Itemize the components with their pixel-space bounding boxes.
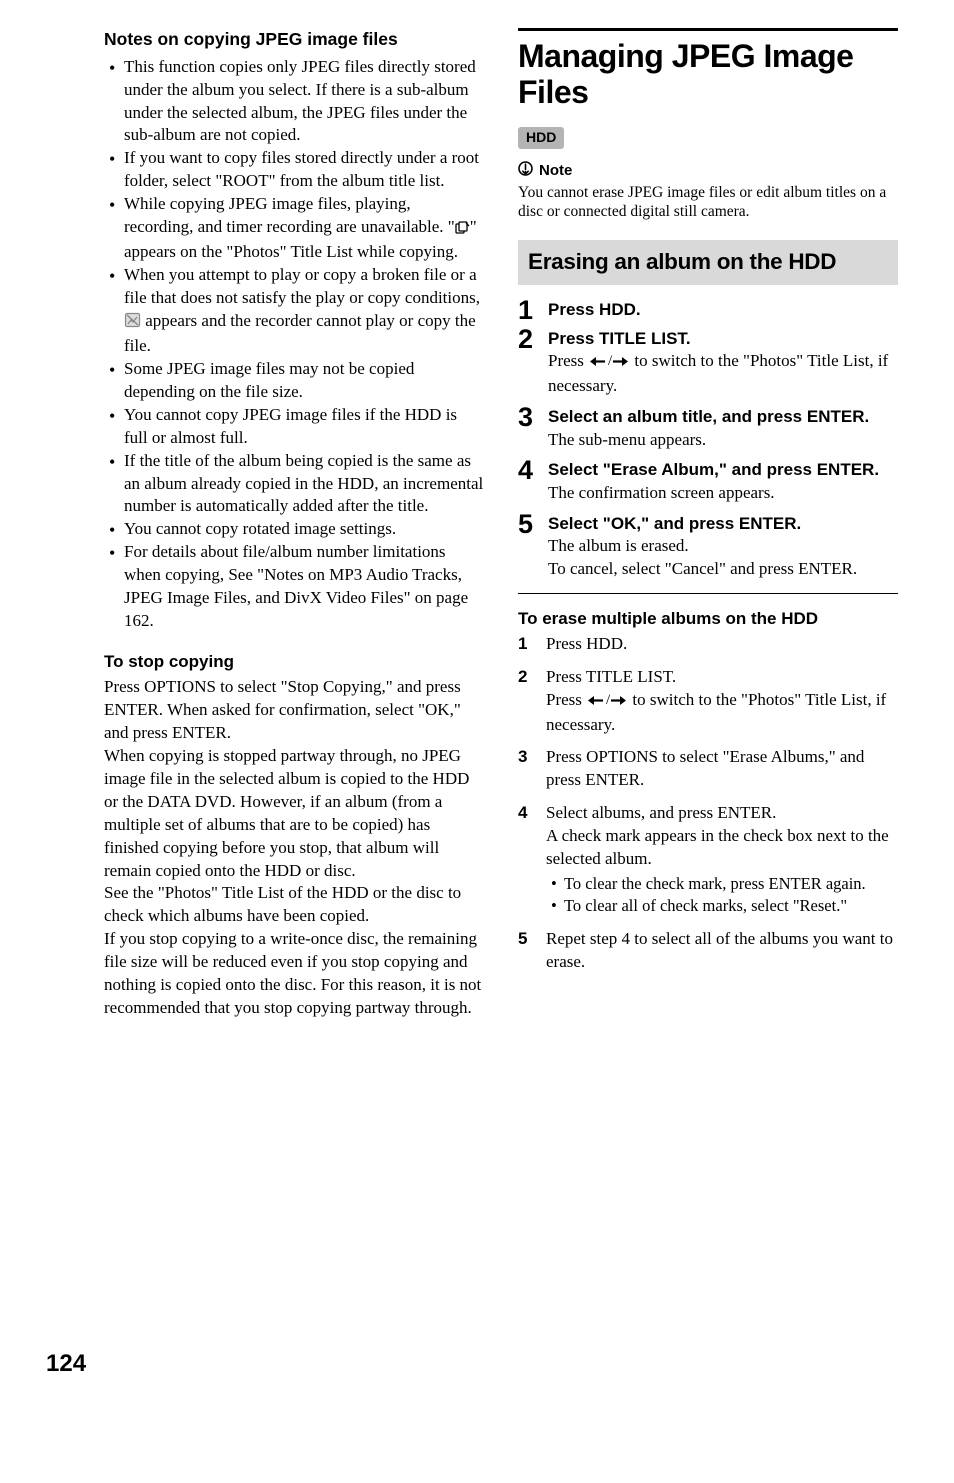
sub-step-body: Press TITLE LIST.Press / to switch to th… (546, 666, 898, 737)
left-column: Notes on copying JPEG image files This f… (104, 28, 484, 1020)
notes-bullet: When you attempt to play or copy a broke… (116, 264, 484, 358)
sub-step-bullet: To clear the check mark, press ENTER aga… (558, 873, 898, 895)
step-body: The confirmation screen appears. (548, 482, 898, 505)
stop-copying-heading: To stop copying (104, 651, 484, 674)
main-step: Select "OK," and press ENTER.The album i… (518, 513, 898, 581)
svg-text:/: / (606, 694, 611, 707)
divider (518, 593, 898, 594)
main-step-list: Press HDD. Press TITLE LIST.Press / to sw… (518, 299, 898, 581)
sub-heading: To erase multiple albums on the HDD (518, 608, 898, 631)
main-step: Select an album title, and press ENTER.T… (518, 406, 898, 451)
title-rule: Managing JPEG Image Files (518, 28, 898, 111)
note-text: You cannot erase JPEG image files or edi… (518, 183, 898, 222)
right-column: Managing JPEG Image Files HDD Note You c… (518, 28, 898, 1020)
copying-icon (455, 218, 470, 241)
notes-bullet: For details about file/album number limi… (116, 541, 484, 633)
stop-copying-body: Press OPTIONS to select "Stop Copying," … (104, 676, 484, 1020)
hdd-badge: HDD (518, 127, 564, 149)
page-number: 124 (46, 1348, 86, 1380)
sub-step-body: Select albums, and press ENTER.A check m… (546, 802, 898, 871)
sub-step: Press TITLE LIST.Press / to switch to th… (518, 666, 898, 737)
left-right-arrows-icon: / (588, 352, 630, 375)
notes-bullet-list: This function copies only JPEG files dir… (104, 56, 484, 633)
notes-bullet: You cannot copy JPEG image files if the … (116, 404, 484, 450)
step-body: Press / to switch to the "Photos" Title … (548, 350, 898, 398)
sub-step-bullet: To clear all of check marks, select "Res… (558, 895, 898, 917)
sub-step-body: Repet step 4 to select all of the albums… (546, 928, 898, 974)
info-icon (518, 161, 533, 182)
step-body: The sub-menu appears. (548, 429, 898, 452)
main-step: Select "Erase Album," and press ENTER.Th… (518, 459, 898, 504)
main-step: Press HDD. (518, 299, 898, 320)
notes-bullet: You cannot copy rotated image settings. (116, 518, 484, 541)
notes-bullet: Some JPEG image files may not be copied … (116, 358, 484, 404)
sub-step-body: Press OPTIONS to select "Erase Albums," … (546, 746, 898, 792)
sub-step: Press OPTIONS to select "Erase Albums," … (518, 746, 898, 792)
sub-step-list: Press HDD. Press TITLE LIST.Press / to sw… (518, 633, 898, 974)
sub-step: Repet step 4 to select all of the albums… (518, 928, 898, 974)
step-title: Press HDD. (548, 299, 898, 320)
broken-file-icon (124, 312, 141, 335)
sub-step-bullets: To clear the check mark, press ENTER aga… (546, 873, 898, 918)
step-title: Press TITLE LIST. (548, 328, 898, 349)
step-title: Select an album title, and press ENTER. (548, 406, 898, 427)
step-body: The album is erased.To cancel, select "C… (548, 535, 898, 581)
left-right-arrows-icon: / (586, 691, 628, 714)
notes-bullet: If the title of the album being copied i… (116, 450, 484, 519)
svg-text:/: / (608, 355, 613, 368)
page-title: Managing JPEG Image Files (518, 39, 898, 111)
sub-step-body: Press HDD. (546, 633, 898, 656)
main-step: Press TITLE LIST.Press / to switch to th… (518, 328, 898, 398)
note-label: Note (518, 161, 898, 182)
notes-heading: Notes on copying JPEG image files (104, 28, 484, 52)
sub-step: Select albums, and press ENTER.A check m… (518, 802, 898, 917)
notes-bullet: While copying JPEG image files, playing,… (116, 193, 484, 264)
note-label-text: Note (539, 161, 572, 181)
step-title: Select "Erase Album," and press ENTER. (548, 459, 898, 480)
sub-step: Press HDD. (518, 633, 898, 656)
step-title: Select "OK," and press ENTER. (548, 513, 898, 534)
section-bar: Erasing an album on the HDD (518, 240, 898, 285)
notes-bullet: This function copies only JPEG files dir… (116, 56, 484, 148)
notes-bullet: If you want to copy files stored directl… (116, 147, 484, 193)
